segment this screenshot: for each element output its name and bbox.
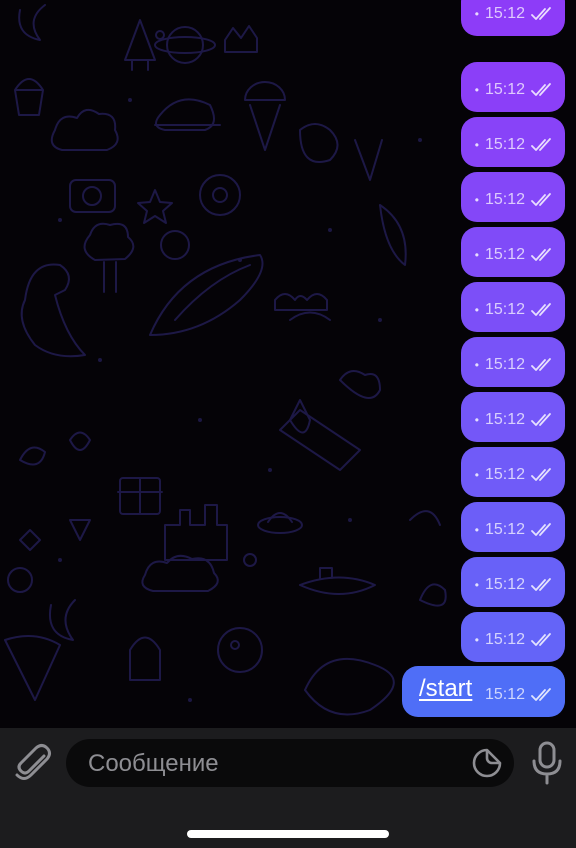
message-time: 15:12 [484, 356, 525, 373]
message-time: 15:12 [484, 301, 525, 318]
bot-command-link[interactable]: /start [419, 675, 472, 703]
read-ticks-icon [531, 7, 551, 20]
read-ticks-icon [531, 248, 551, 261]
message-bubble[interactable]: • 15:12 [461, 62, 565, 112]
message-time: 15:12 [484, 81, 525, 98]
read-ticks-icon [531, 578, 551, 591]
message-bubble[interactable]: • 15:12 [461, 282, 565, 332]
read-ticks-icon [531, 413, 551, 426]
message-bubble[interactable]: • 15:12 [461, 172, 565, 222]
dot-icon: • [474, 138, 479, 152]
message-time: 15:12 [484, 191, 525, 208]
message-time: 15:12 [484, 631, 525, 648]
read-ticks-icon [531, 688, 551, 701]
dot-icon: • [474, 468, 479, 482]
dot-icon: • [474, 358, 479, 372]
microphone-icon[interactable] [531, 741, 563, 785]
message-meta: • 15:12 [475, 411, 553, 429]
message-meta: • 15:12 [475, 136, 553, 154]
message-time: 15:12 [484, 5, 525, 22]
message-meta: • 15:12 [475, 521, 553, 539]
message-time: 15:12 [484, 136, 525, 153]
read-ticks-icon [531, 138, 551, 151]
message-time: 15:12 [484, 686, 525, 703]
message-meta: • 15:12 [475, 466, 553, 484]
message-meta: 15:12 [485, 686, 553, 704]
message-bubble[interactable]: • 15:12 [461, 557, 565, 607]
message-bubble[interactable]: • 15:12 [461, 337, 565, 387]
message-meta: • 15:12 [475, 301, 553, 319]
message-bubble[interactable]: • 15:12 [461, 392, 565, 442]
message-bubble[interactable]: • 15:12 [461, 0, 565, 36]
message-bubble[interactable]: • 15:12 [461, 117, 565, 167]
dot-icon: • [474, 83, 479, 97]
message-bubble[interactable]: • 15:12 [461, 612, 565, 662]
home-indicator [187, 830, 389, 838]
read-ticks-icon [531, 468, 551, 481]
read-ticks-icon [531, 633, 551, 646]
message-bubble[interactable]: • 15:12 [461, 227, 565, 277]
dot-icon: • [474, 193, 479, 207]
message-meta: • 15:12 [475, 81, 553, 99]
message-input[interactable] [86, 739, 460, 789]
dot-icon: • [474, 633, 479, 647]
read-ticks-icon [531, 523, 551, 536]
message-meta: • 15:12 [475, 246, 553, 264]
message-meta: • 15:12 [475, 356, 553, 374]
chat-area: • 15:12 • 15:12 • 15:12 • 15:12 • 15:12 • 15:12 • 15:… [0, 0, 576, 728]
message-bubble[interactable]: • 15:12 [461, 502, 565, 552]
paperclip-icon[interactable] [14, 742, 52, 784]
message-list: • 15:12 • 15:12 • 15:12 • 15:12 • 15:12 • 15:12 • 15:… [0, 0, 576, 728]
read-ticks-icon [531, 303, 551, 316]
dot-icon: • [474, 7, 479, 21]
message-time: 15:12 [484, 246, 525, 263]
dot-icon: • [474, 413, 479, 427]
message-bubble[interactable]: • 15:12 [461, 447, 565, 497]
dot-icon: • [474, 303, 479, 317]
dot-icon: • [474, 523, 479, 537]
message-meta: • 15:12 [475, 631, 553, 649]
sticker-icon[interactable] [472, 748, 502, 778]
message-bubble-command[interactable]: /start 15:12 [402, 666, 565, 717]
message-time: 15:12 [484, 521, 525, 538]
message-meta: • 15:12 [475, 191, 553, 209]
message-meta: • 15:12 [475, 576, 553, 594]
message-time: 15:12 [484, 411, 525, 428]
read-ticks-icon [531, 83, 551, 96]
message-meta: • 15:12 [475, 5, 553, 23]
read-ticks-icon [531, 358, 551, 371]
dot-icon: • [474, 248, 479, 262]
read-ticks-icon [531, 193, 551, 206]
message-field[interactable] [66, 739, 514, 789]
dot-icon: • [474, 578, 479, 592]
message-time: 15:12 [484, 576, 525, 593]
message-time: 15:12 [484, 466, 525, 483]
